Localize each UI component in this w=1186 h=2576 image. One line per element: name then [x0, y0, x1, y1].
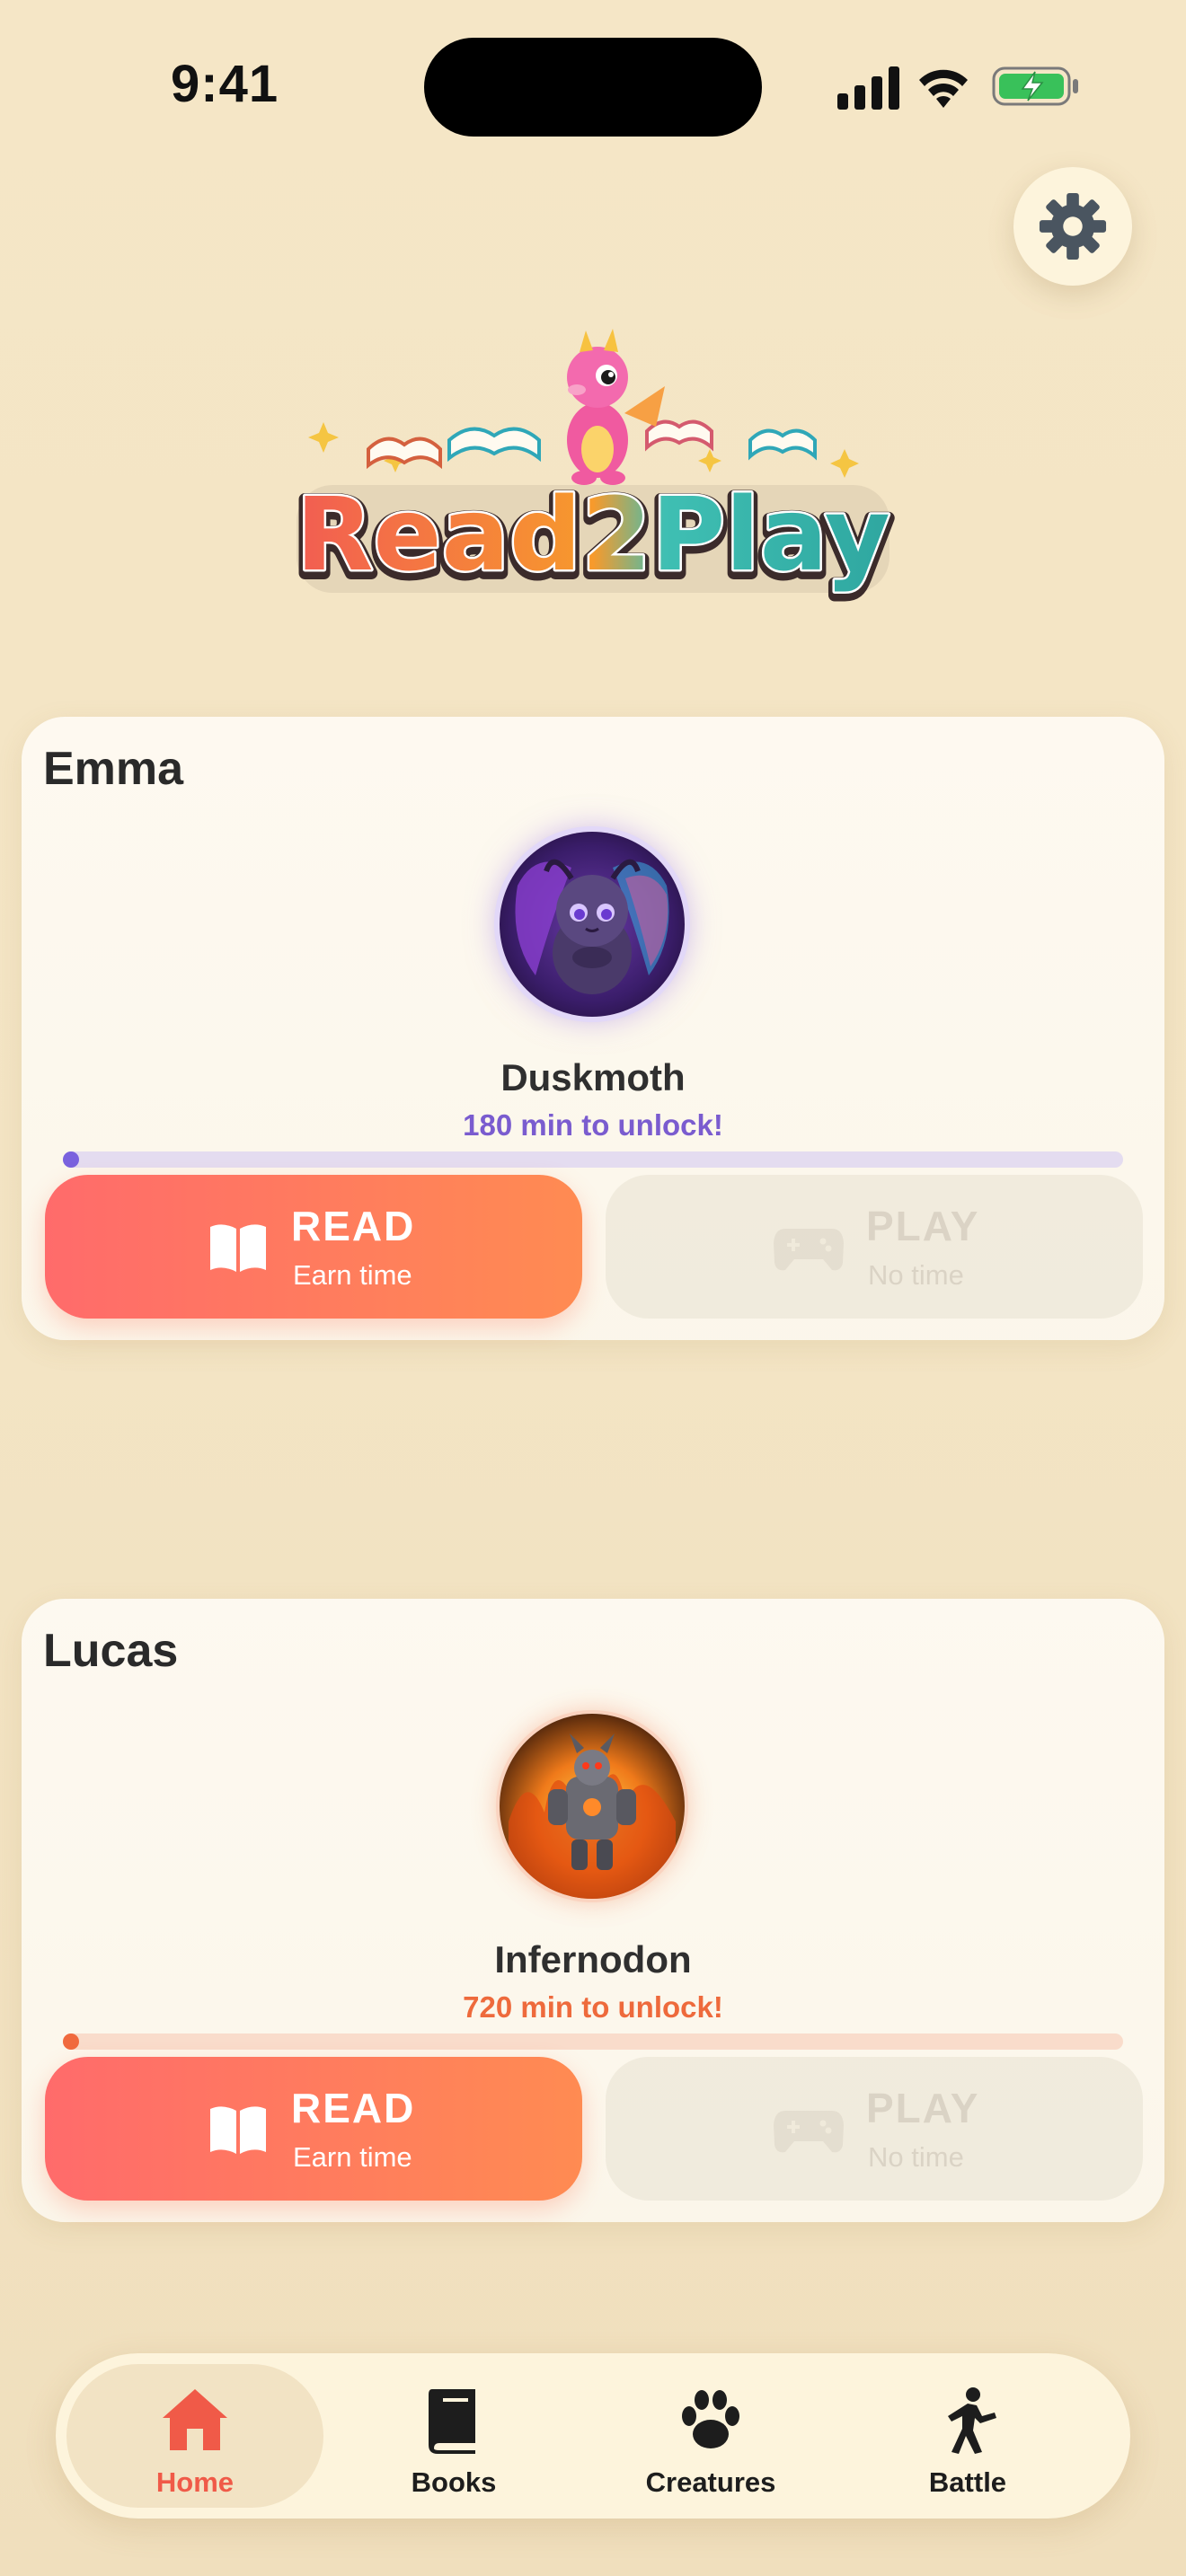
child-name: Lucas — [43, 1625, 179, 1677]
tab-battle[interactable]: Battle — [839, 2364, 1096, 2508]
infernodon-image — [500, 1714, 685, 1899]
tab-bar: Home Books Creatures Battle — [56, 2353, 1130, 2519]
tab-books[interactable]: Books — [325, 2364, 582, 2508]
unlock-progress-bar — [63, 1151, 1123, 1168]
play-label: PLAY — [866, 2085, 980, 2131]
play-sublabel: No time — [868, 1259, 964, 1291]
read-button[interactable]: READ Earn time — [45, 1175, 582, 1319]
home-icon — [163, 2389, 227, 2450]
play-sublabel: No time — [868, 2141, 964, 2173]
creature-avatar[interactable] — [500, 832, 685, 1017]
open-book-icon — [210, 1224, 266, 1272]
unlock-progress-fill — [63, 2033, 79, 2050]
play-button[interactable]: PLAY No time — [606, 1175, 1143, 1319]
status-time: 9:41 — [171, 55, 279, 113]
tab-label: Creatures — [645, 2466, 776, 2498]
child-card-lucas: Lucas Infernodon 720 min to unlock! READ… — [22, 1599, 1164, 2222]
creature-name: Infernodon — [494, 1938, 692, 1981]
tab-label: Battle — [928, 2466, 1007, 2498]
unlock-progress-bar — [63, 2033, 1123, 2050]
status-icons — [837, 63, 1080, 113]
dynamic-island — [424, 38, 762, 137]
app-logo: Read2Play Read2Play — [289, 329, 897, 602]
fighter-icon — [948, 2387, 996, 2454]
paw-icon — [682, 2390, 739, 2448]
book-icon — [429, 2389, 475, 2454]
read-sublabel: Earn time — [293, 2141, 412, 2173]
tab-creatures[interactable]: Creatures — [582, 2364, 839, 2508]
wifi-icon — [919, 69, 968, 108]
status-bar: 9:41 — [0, 0, 1186, 171]
tab-home[interactable]: Home — [66, 2364, 323, 2508]
child-card-emma: Emma Duskmoth 180 min to unlock! READ Ea… — [22, 717, 1164, 1340]
read-button[interactable]: READ Earn time — [45, 2057, 582, 2201]
unlock-progress-fill — [63, 1151, 79, 1168]
read-sublabel: Earn time — [293, 1259, 412, 1291]
gear-icon — [1039, 192, 1107, 260]
play-label: PLAY — [866, 1203, 980, 1249]
unlock-text: 180 min to unlock! — [463, 1108, 723, 1142]
open-book-icon — [210, 2106, 266, 2154]
tab-label: Home — [155, 2466, 235, 2498]
settings-button[interactable] — [1013, 167, 1132, 286]
logo-wordmark: Read2Play — [296, 477, 890, 594]
gamepad-icon — [774, 1229, 844, 1271]
battery-icon — [992, 66, 1078, 106]
unlock-text: 720 min to unlock! — [463, 1990, 723, 2024]
creature-name: Duskmoth — [500, 1056, 686, 1098]
creature-avatar[interactable] — [500, 1714, 685, 1899]
gamepad-icon — [774, 2111, 844, 2153]
child-name: Emma — [43, 743, 184, 795]
read-label: READ — [291, 1203, 416, 1249]
signal-icon — [837, 66, 899, 110]
duskmoth-image — [500, 832, 685, 1017]
tab-label: Books — [411, 2466, 497, 2498]
play-button[interactable]: PLAY No time — [606, 2057, 1143, 2201]
read-label: READ — [291, 2085, 416, 2131]
